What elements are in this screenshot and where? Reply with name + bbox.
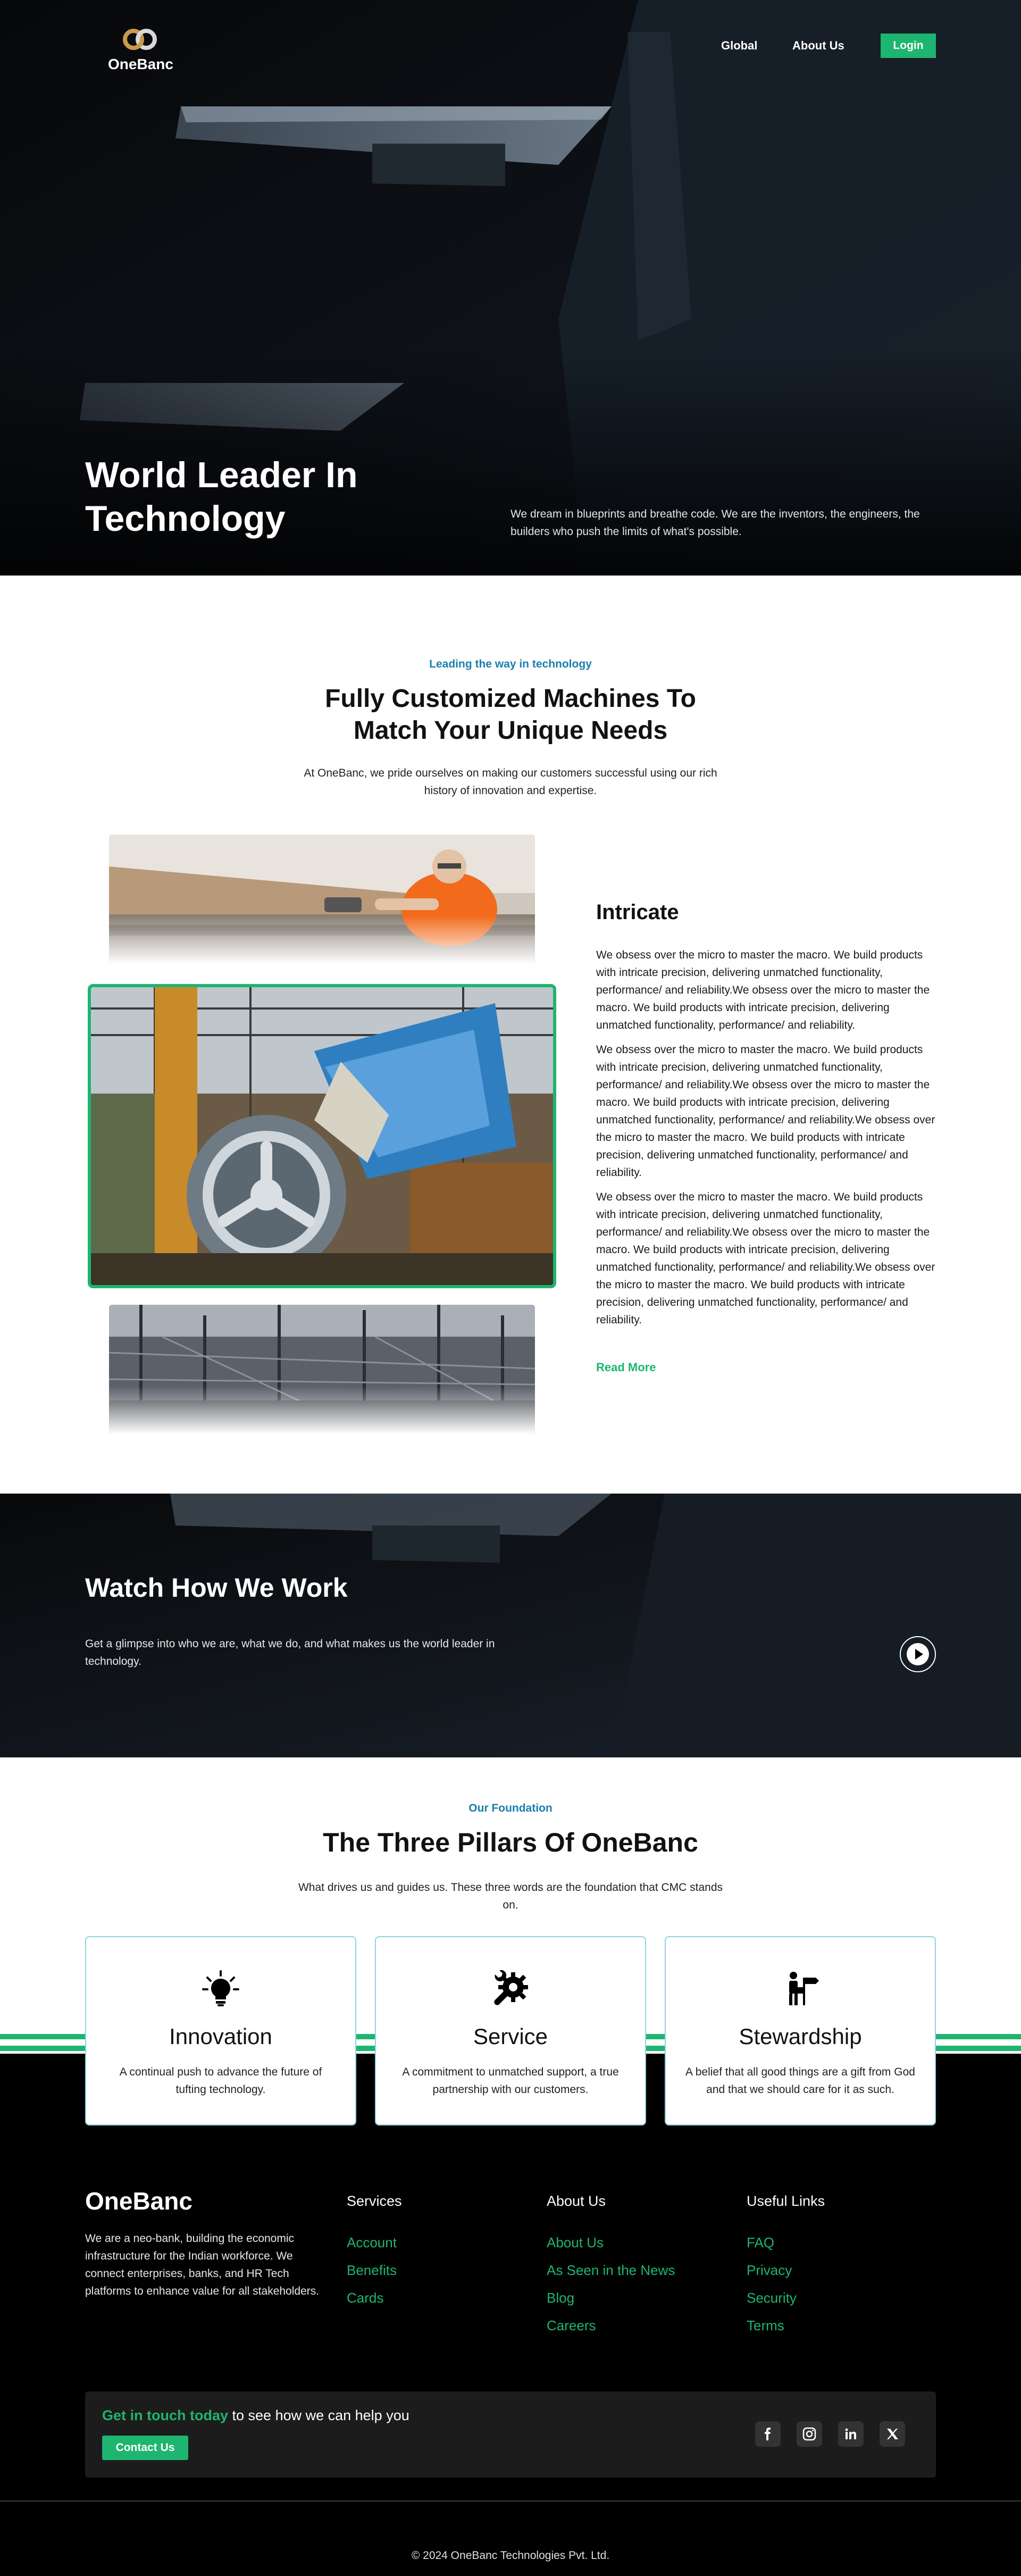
pillar-card-service: Service A commitment to unmatched suppor…	[375, 1936, 646, 2125]
footer-link-careers[interactable]: Careers	[547, 2312, 675, 2339]
top-navbar: OneBanc Global About Us Login	[0, 21, 1021, 72]
section-title-line-2: Match Your Unique Needs	[353, 716, 668, 745]
section-title: The Three Pillars Of OneBanc	[323, 1828, 698, 1857]
video-title: Watch How We Work	[85, 1573, 348, 1603]
pillar-description: A commitment to unmatched support, a tru…	[402, 2066, 619, 2096]
cta-text: Get in touch today to see how we can hel…	[102, 2407, 409, 2424]
instagram-icon[interactable]	[797, 2421, 822, 2447]
x-icon[interactable]	[880, 2421, 905, 2447]
footer-link-security[interactable]: Security	[747, 2284, 825, 2312]
linkedin-icon[interactable]	[838, 2421, 864, 2447]
machine-image-factory[interactable]	[109, 1305, 535, 1434]
footer-brand[interactable]: OneBanc	[85, 2187, 193, 2215]
video-background-image	[0, 1494, 1021, 1757]
footer-link-news[interactable]: As Seen in the News	[547, 2256, 675, 2284]
copyright-text: © 2024 OneBanc Technologies Pvt. Ltd.	[411, 2549, 610, 2562]
nav-link-about-us[interactable]: About Us	[792, 39, 844, 53]
section-description: What drives us and guides us. These thre…	[298, 1881, 723, 1911]
person-signpost-icon	[789, 1972, 819, 2005]
footer-about-text: We are a neo-bank, building the economic…	[85, 2232, 320, 2297]
feature-paragraph: We obsess over the micro to master the m…	[596, 1044, 935, 1179]
feature-body: We obsess over the micro to master the m…	[596, 946, 936, 1336]
footer-column-title: Services	[347, 2193, 402, 2209]
hero-section: OneBanc Global About Us Login World Lead…	[0, 0, 1021, 576]
pillar-card-innovation: Innovation A continual push to advance t…	[85, 1936, 356, 2125]
footer-column-title: About Us	[547, 2193, 606, 2209]
footer-column-useful-links: Useful Links FAQ Privacy Security Terms	[747, 2193, 825, 2339]
pillar-title: Stewardship	[739, 2024, 862, 2049]
play-video-button[interactable]	[900, 1636, 936, 1672]
footer-column-services: Services Account Benefits Cards	[347, 2193, 402, 2312]
brand-name: OneBanc	[108, 56, 173, 72]
video-description: Get a glimpse into who we are, what we d…	[85, 1638, 495, 1668]
pillar-title: Innovation	[169, 2024, 272, 2049]
cta-rest: to see how we can help you	[228, 2407, 409, 2423]
section-title: Fully Customized Machines To Match Your …	[0, 683, 1021, 747]
section-eyebrow: Leading the way in technology	[429, 658, 592, 670]
facebook-icon[interactable]	[755, 2421, 781, 2447]
footer-link-benefits[interactable]: Benefits	[347, 2256, 402, 2284]
footer-link-terms[interactable]: Terms	[747, 2312, 825, 2339]
brand-logo[interactable]: OneBanc	[108, 23, 173, 73]
hero-description: We dream in blueprints and breathe code.…	[510, 508, 920, 538]
footer-column-title: Useful Links	[747, 2193, 825, 2209]
read-more-link[interactable]: Read More	[596, 1361, 656, 1374]
footer-link-cards[interactable]: Cards	[347, 2284, 402, 2312]
section-description: At OneBanc, we pride ourselves on making…	[304, 767, 717, 797]
footer-divider	[0, 2500, 1021, 2502]
section-eyebrow: Our Foundation	[468, 1802, 553, 1814]
nav-link-global[interactable]: Global	[721, 39, 757, 53]
footer-link-privacy[interactable]: Privacy	[747, 2256, 825, 2284]
hero-title: World Leader In Technology	[85, 455, 358, 539]
contact-cta-box: Get in touch today to see how we can hel…	[85, 2391, 936, 2478]
pillar-description: A belief that all good things are a gift…	[685, 2066, 915, 2096]
video-section: Watch How We Work Get a glimpse into who…	[0, 1494, 1021, 1757]
copyright-bar: © 2024 OneBanc Technologies Pvt. Ltd.	[0, 2523, 1021, 2576]
footer-link-faq[interactable]: FAQ	[747, 2229, 825, 2256]
site-footer: OneBanc We are a neo-bank, building the …	[0, 2155, 1021, 2523]
pillar-title: Service	[473, 2024, 548, 2049]
customized-machines-section: Leading the way in technology Fully Cust…	[0, 576, 1021, 1494]
footer-column-about-us: About Us About Us As Seen in the News Bl…	[547, 2193, 675, 2339]
login-button[interactable]: Login	[881, 34, 936, 58]
infinity-logo-icon	[123, 29, 157, 50]
footer-link-account[interactable]: Account	[347, 2229, 402, 2256]
footer-link-blog[interactable]: Blog	[547, 2284, 675, 2312]
machine-image-woodwork[interactable]	[109, 835, 535, 964]
pillars-section: Our Foundation The Three Pillars Of OneB…	[0, 1757, 1021, 2155]
feature-paragraph: We obsess over the micro to master the m…	[596, 949, 930, 1031]
section-title-line-1: Fully Customized Machines To	[325, 685, 696, 713]
cta-highlight: Get in touch today	[102, 2407, 229, 2423]
footer-link-about-us[interactable]: About Us	[547, 2229, 675, 2256]
machine-image-turbine-active[interactable]	[88, 984, 556, 1288]
contact-us-button[interactable]: Contact Us	[102, 2436, 188, 2460]
play-icon	[907, 1643, 929, 1665]
pillar-description: A continual push to advance the future o…	[119, 2066, 322, 2096]
lightbulb-icon	[202, 1970, 239, 2006]
feature-title: Intricate	[596, 901, 679, 924]
feature-paragraph: We obsess over the micro to master the m…	[596, 1191, 935, 1326]
wrench-gear-icon	[494, 1970, 528, 2005]
pillar-card-stewardship: Stewardship A belief that all good thing…	[665, 1936, 936, 2125]
